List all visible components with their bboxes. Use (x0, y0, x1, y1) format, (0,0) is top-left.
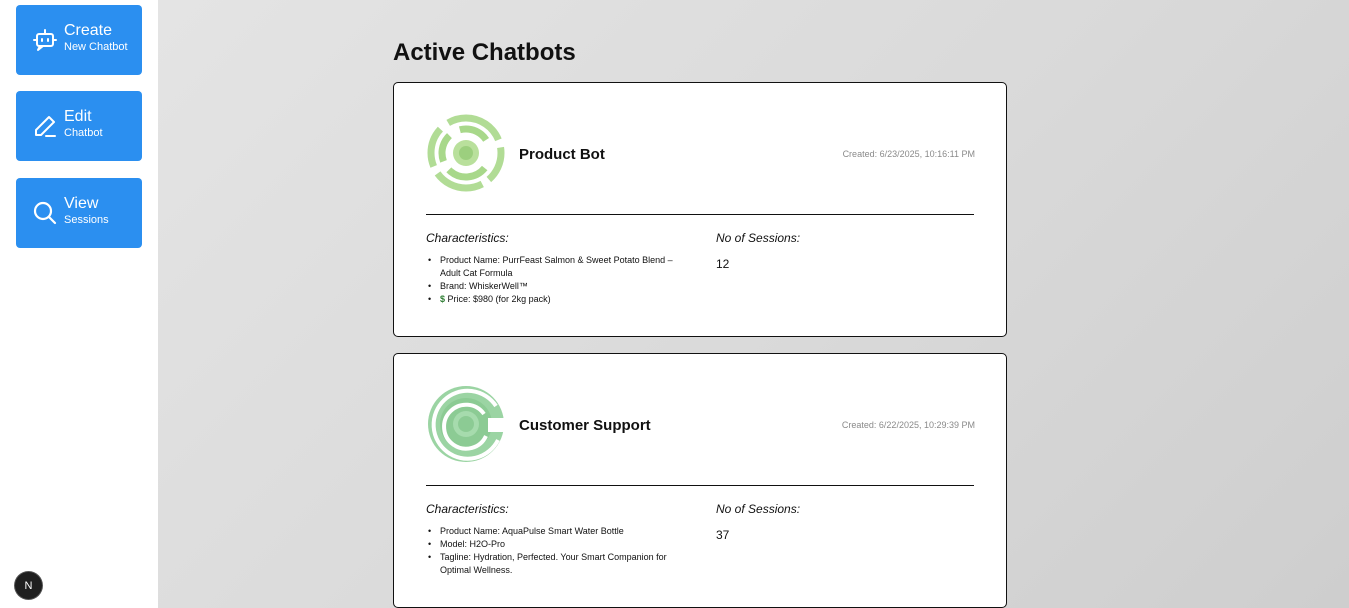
view-button-subtitle: Sessions (64, 214, 109, 226)
created-timestamp: Created: 6/23/2025, 10:16:11 PM (842, 149, 975, 159)
sessions-label: No of Sessions: (716, 502, 801, 516)
card-divider (426, 485, 974, 486)
card-divider (426, 214, 974, 215)
created-timestamp: Created: 6/22/2025, 10:29:39 PM (841, 420, 975, 430)
pencil-icon (32, 113, 58, 139)
next-dev-badge[interactable]: N (15, 572, 42, 599)
list-item: Brand: WhiskerWell™ (426, 280, 691, 293)
bot-icon (32, 27, 58, 53)
page-title: Active Chatbots (393, 39, 576, 66)
create-button-title: Create (64, 22, 113, 39)
chatbot-logo (426, 384, 508, 466)
list-item: Product Name: AquaPulse Smart Water Bott… (426, 525, 691, 538)
sidebar: Create New Chatbot Edit Chatbot View Ses… (0, 0, 158, 608)
money-bag-icon: $ (440, 294, 446, 304)
characteristics-list: Product Name: PurrFeast Salmon & Sweet P… (426, 254, 691, 306)
characteristics-list: Product Name: AquaPulse Smart Water Bott… (426, 525, 691, 577)
create-chatbot-button[interactable]: Create New Chatbot (16, 5, 142, 75)
chatbot-card[interactable]: Customer Support Created: 6/22/2025, 10:… (393, 353, 1007, 608)
chatbot-name: Product Bot (519, 146, 605, 163)
view-sessions-button[interactable]: View Sessions (16, 178, 142, 248)
characteristics-label: Characteristics: (426, 502, 509, 516)
view-button-title: View (64, 195, 99, 212)
chatbot-card[interactable]: Product Bot Created: 6/23/2025, 10:16:11… (393, 82, 1007, 337)
sessions-count: 37 (716, 528, 730, 542)
edit-button-title: Edit (64, 108, 92, 125)
search-icon (32, 200, 58, 226)
edit-button-subtitle: Chatbot (64, 127, 103, 139)
list-item: Tagline: Hydration, Perfected. Your Smar… (426, 551, 691, 577)
sessions-count: 12 (716, 257, 730, 271)
edit-chatbot-button[interactable]: Edit Chatbot (16, 91, 142, 161)
chatbot-logo (426, 113, 508, 195)
list-item: $ Price: $980 (for 2kg pack) (426, 293, 691, 306)
characteristics-label: Characteristics: (426, 231, 509, 245)
main-content: Active Chatbots Product Bot Created: 6/2… (158, 0, 1349, 608)
chatbot-name: Customer Support (519, 417, 651, 434)
list-item-text: Price: $980 (for 2kg pack) (447, 294, 551, 304)
list-item: Model: H2O-Pro (426, 538, 691, 551)
create-button-subtitle: New Chatbot (64, 41, 128, 53)
list-item: Product Name: PurrFeast Salmon & Sweet P… (426, 254, 691, 280)
sessions-label: No of Sessions: (716, 231, 801, 245)
